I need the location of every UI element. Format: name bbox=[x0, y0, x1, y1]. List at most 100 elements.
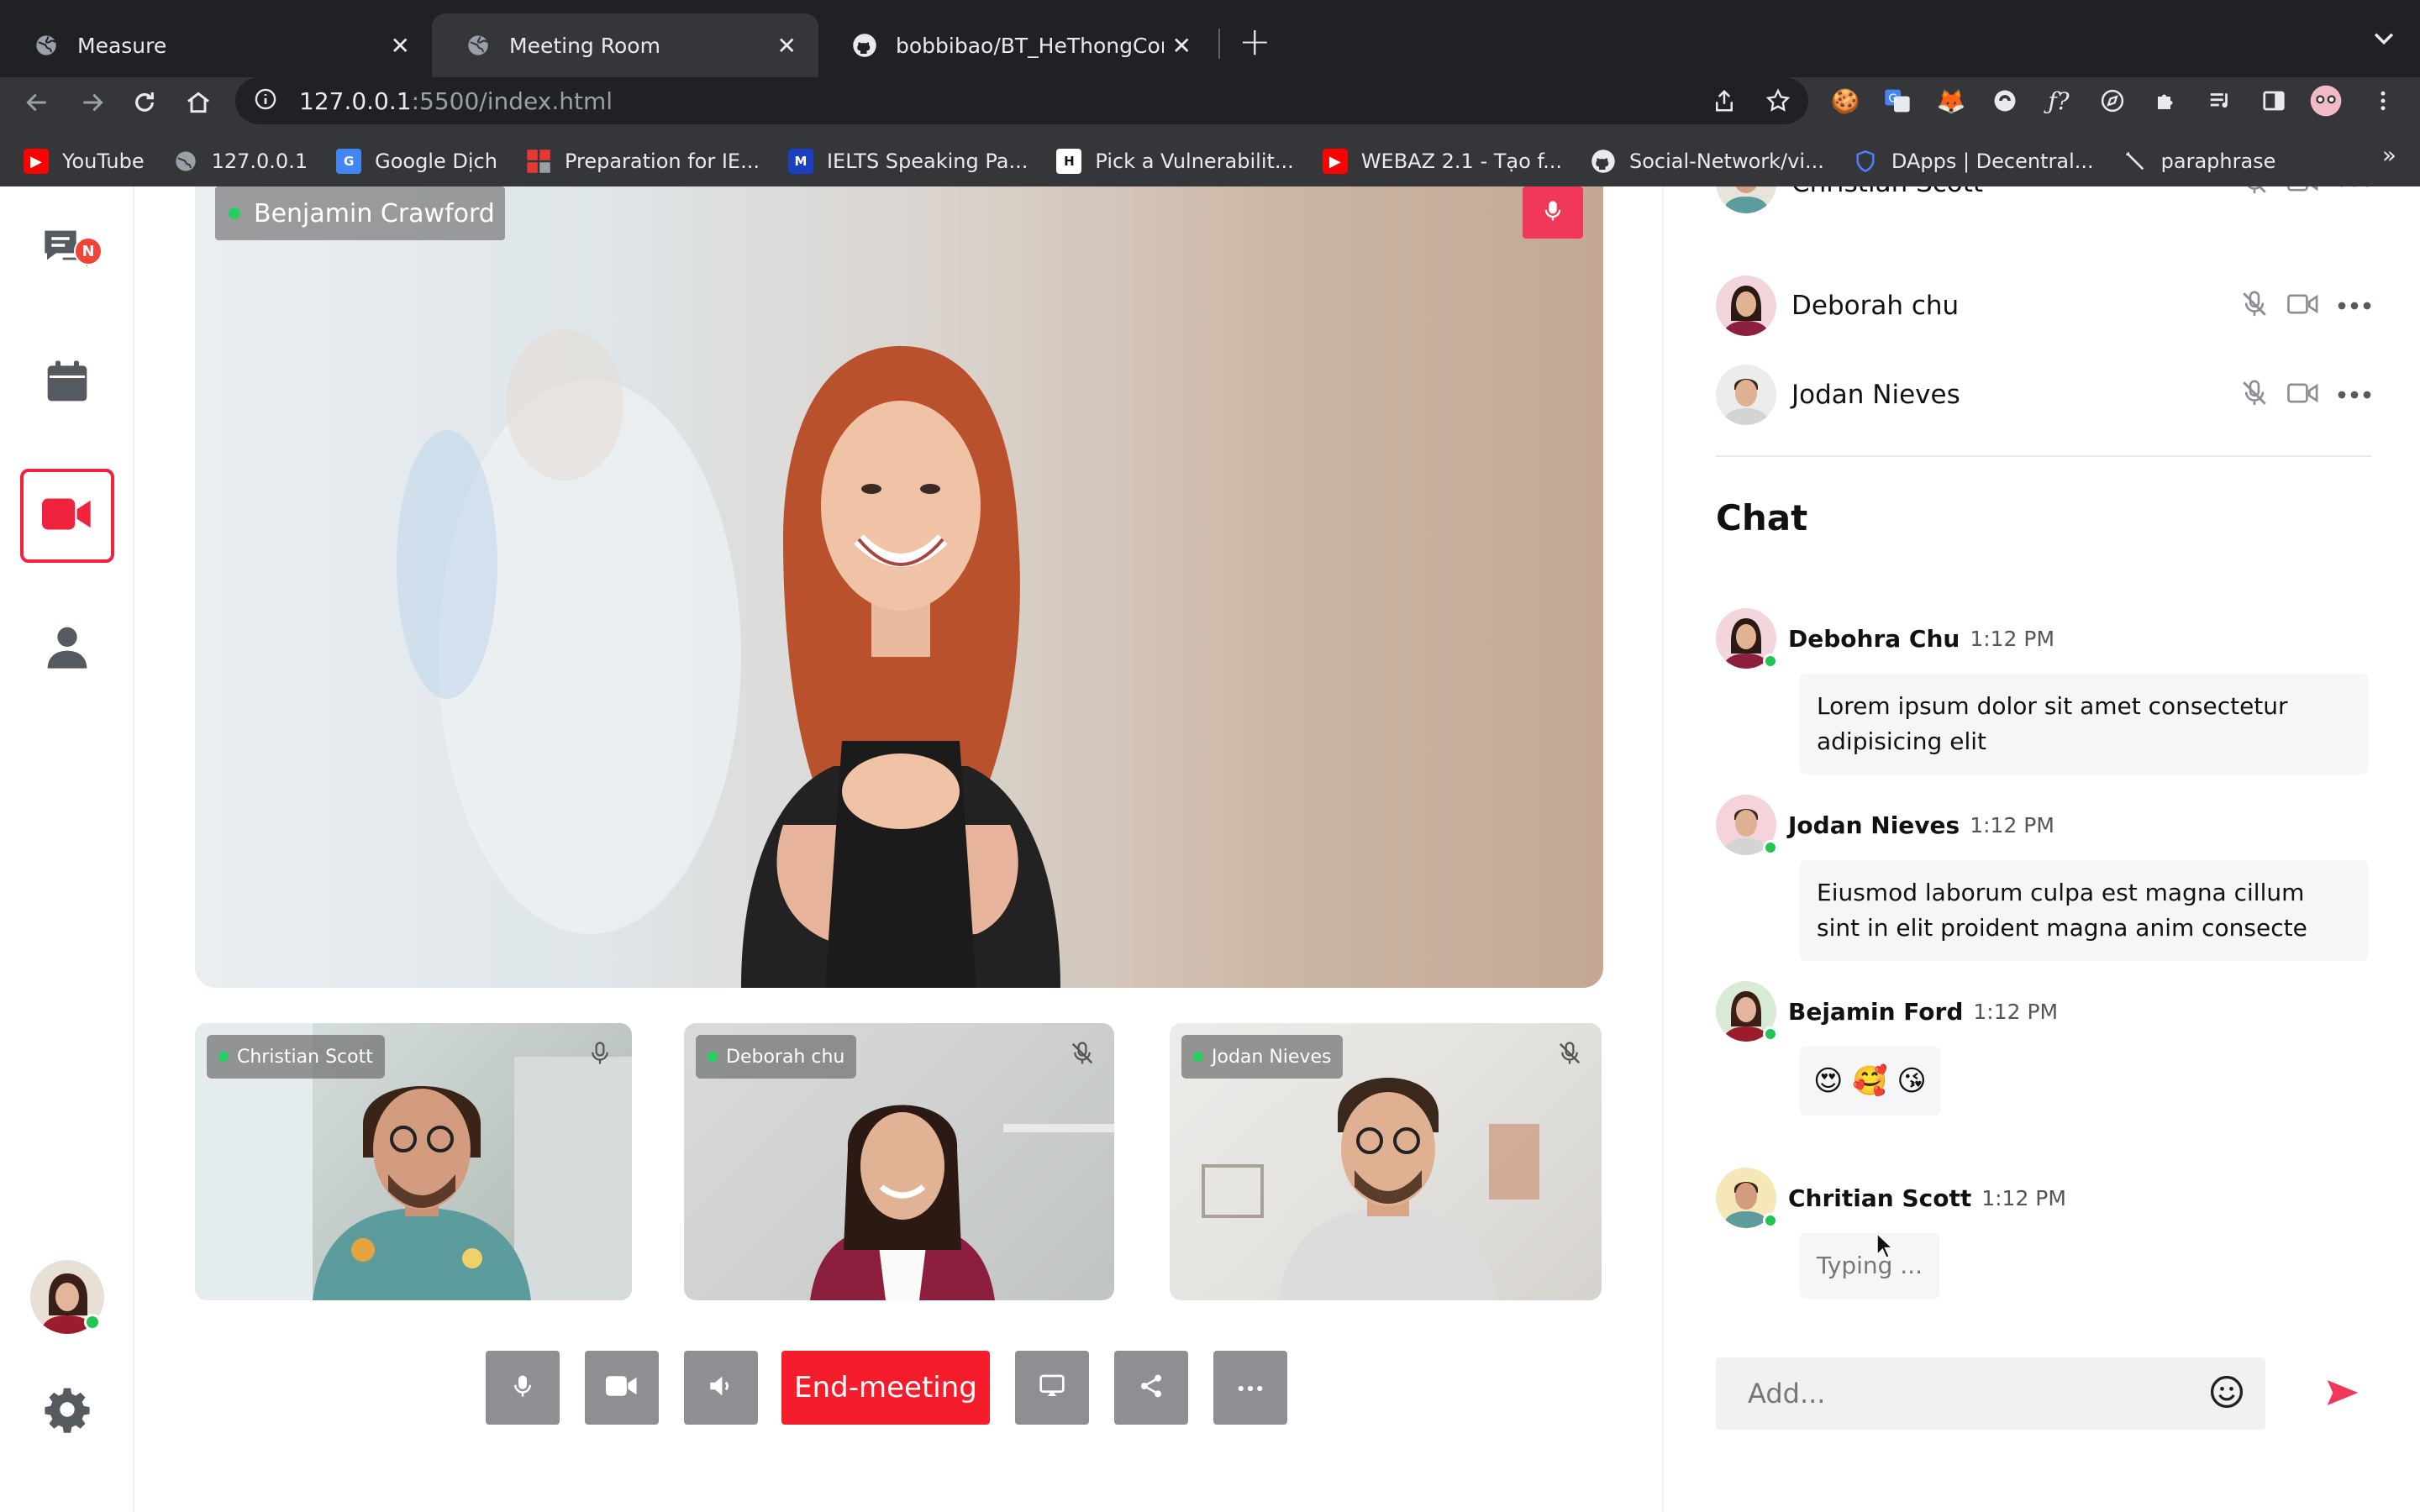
nav-calendar[interactable] bbox=[20, 336, 114, 430]
mic-muted-icon[interactable] bbox=[1553, 1037, 1586, 1070]
bookmark-webaz[interactable]: ▶ WEBAZ 2.1 - Tạo f... bbox=[1322, 149, 1562, 174]
tab-title: Meeting Room bbox=[509, 33, 660, 58]
more-icon[interactable] bbox=[2338, 186, 2371, 192]
chat-message-input[interactable] bbox=[1748, 1378, 2208, 1410]
mic-muted-icon[interactable] bbox=[1065, 1037, 1099, 1070]
browser-tab-meeting-room[interactable]: Meeting Room ✕ bbox=[432, 13, 818, 77]
github-icon bbox=[852, 33, 877, 58]
mic-muted-icon[interactable] bbox=[2240, 290, 2269, 322]
online-status-dot bbox=[1763, 1026, 1778, 1042]
message-time: 1:12 PM bbox=[1970, 812, 2054, 837]
bookmark-label: DApps | Decentral... bbox=[1891, 150, 2094, 173]
send-message-button[interactable] bbox=[2319, 1371, 2366, 1418]
new-tab-plus-icon[interactable]: + bbox=[1239, 18, 1271, 64]
participant-name: Jodan Nieves bbox=[1791, 380, 1960, 410]
video-icon[interactable] bbox=[2287, 381, 2319, 409]
media-queue-icon[interactable] bbox=[2203, 84, 2237, 118]
browser-tab-github[interactable]: bobbibao/BT_HeThongCongNg ✕ bbox=[818, 13, 1213, 77]
typing-indicator: Typing ... bbox=[1800, 1233, 1939, 1299]
globe-icon bbox=[34, 33, 59, 58]
url-text: 127.0.0.1:5500/index.html bbox=[299, 87, 613, 115]
mic-muted-icon[interactable] bbox=[2240, 186, 2269, 199]
google-translate-icon: G bbox=[336, 149, 362, 174]
message-time: 1:12 PM bbox=[1973, 999, 2059, 1024]
screen-cast-button[interactable] bbox=[1015, 1351, 1089, 1425]
nav-settings[interactable] bbox=[20, 1364, 114, 1458]
chat-message-header: Jodan Nieves 1:12 PM bbox=[1716, 793, 2054, 857]
participant-name: Christian Scott bbox=[237, 1046, 373, 1068]
info-icon[interactable] bbox=[254, 87, 277, 114]
participant-tile[interactable]: Jodan Nieves bbox=[1170, 1023, 1602, 1300]
mic-icon[interactable] bbox=[583, 1037, 617, 1070]
bookmark-ielts-preparation[interactable]: Preparation for IE... bbox=[526, 149, 760, 174]
speaker-mic-active-button[interactable] bbox=[1523, 186, 1583, 239]
home-icon[interactable] bbox=[182, 86, 215, 119]
reload-icon[interactable] bbox=[128, 86, 161, 119]
camera-icon bbox=[606, 1374, 638, 1401]
bookmark-star-icon[interactable] bbox=[1763, 86, 1793, 116]
bookmarks-overflow-chevron-icon[interactable]: » bbox=[2382, 141, 2396, 169]
mic-muted-icon[interactable] bbox=[2240, 379, 2269, 411]
more-icon bbox=[1238, 1380, 1263, 1396]
tab-title: bobbibao/BT_HeThongCongNg bbox=[896, 33, 1164, 58]
tab-search-chevron-icon[interactable] bbox=[2370, 24, 2398, 55]
bookmark-google-dich[interactable]: G Google Dịch bbox=[336, 149, 497, 174]
bookmark-label: paraphrase bbox=[2160, 150, 2276, 173]
participant-name: Deborah chu bbox=[1791, 291, 1960, 321]
tab-close-icon[interactable]: ✕ bbox=[391, 32, 410, 60]
chat-message-bubble: Eiusmod laborum culpa est magna cillum s… bbox=[1800, 860, 2368, 961]
tab-close-icon[interactable]: ✕ bbox=[1172, 32, 1192, 60]
globe-icon bbox=[173, 149, 198, 174]
browser-tab-measure[interactable]: Measure ✕ bbox=[0, 13, 432, 77]
video-icon[interactable] bbox=[2287, 291, 2319, 320]
toggle-speaker-button[interactable] bbox=[684, 1351, 758, 1425]
participant-tile[interactable]: Deborah chu bbox=[684, 1023, 1114, 1300]
puzzle-extensions-icon[interactable] bbox=[2149, 84, 2183, 118]
share-button[interactable] bbox=[1114, 1351, 1188, 1425]
more-icon[interactable] bbox=[2338, 387, 2371, 403]
nav-profile[interactable] bbox=[20, 601, 114, 696]
nav-video-meeting[interactable] bbox=[20, 469, 114, 563]
svg-text:G: G bbox=[1888, 92, 1897, 105]
cookie-extension-icon[interactable]: 🍪 bbox=[1828, 84, 1862, 118]
mic-icon bbox=[1541, 197, 1565, 228]
back-arrow-icon[interactable] bbox=[20, 86, 54, 119]
bookmark-youtube[interactable]: ▶ YouTube bbox=[24, 149, 145, 174]
bookmark-paraphrase[interactable]: paraphrase bbox=[2123, 149, 2276, 174]
mic-icon bbox=[510, 1372, 535, 1404]
more-options-button[interactable] bbox=[1213, 1351, 1287, 1425]
more-icon[interactable] bbox=[2338, 298, 2371, 314]
nav-messages[interactable]: N bbox=[20, 203, 114, 297]
tab-close-icon[interactable]: ✕ bbox=[777, 32, 797, 60]
video-icon[interactable] bbox=[2287, 186, 2319, 197]
address-bar[interactable]: 127.0.0.1:5500/index.html bbox=[235, 77, 1808, 124]
participant-tile[interactable]: Christian Scott bbox=[195, 1023, 632, 1300]
bookmark-social-network[interactable]: Social-Network/vi... bbox=[1591, 149, 1824, 174]
browser-tab-strip: Measure ✕ Meeting Room ✕ bobbibao/BT_HeT… bbox=[0, 0, 2420, 77]
share-page-icon[interactable] bbox=[1709, 86, 1739, 116]
participant-row: Jodan Nieves bbox=[1716, 363, 2371, 427]
shield-icon bbox=[1853, 149, 1878, 174]
bookmark-pick-vulnerability[interactable]: H Pick a Vulnerabilit... bbox=[1056, 149, 1294, 174]
tab-title: Measure bbox=[77, 33, 167, 58]
google-translate-icon[interactable]: G bbox=[1881, 84, 1914, 118]
metamask-fox-icon[interactable]: 🦊 bbox=[1934, 84, 1968, 118]
forward-arrow-icon[interactable] bbox=[76, 86, 109, 119]
profile-avatar-icon[interactable] bbox=[2309, 84, 2343, 118]
message-author: Chritian Scott bbox=[1788, 1184, 1972, 1212]
extension-circle-icon[interactable] bbox=[1988, 84, 2022, 118]
compass-extension-icon[interactable] bbox=[2096, 84, 2129, 118]
toggle-mic-button[interactable] bbox=[486, 1351, 560, 1425]
bookmark-dapps[interactable]: DApps | Decentral... bbox=[1853, 149, 2094, 174]
bookmark-ielts-speaking[interactable]: M IELTS Speaking Pa... bbox=[787, 149, 1028, 174]
toggle-camera-button[interactable] bbox=[585, 1351, 659, 1425]
formula-extension-icon[interactable]: ƒ? bbox=[2042, 84, 2075, 118]
online-status-dot bbox=[1763, 654, 1778, 669]
hackerone-icon: H bbox=[1056, 149, 1082, 174]
main-video-feed: Benjamin Crawford bbox=[195, 186, 1603, 988]
end-meeting-button[interactable]: End-meeting bbox=[781, 1351, 990, 1425]
browser-menu-kebab-icon[interactable] bbox=[2366, 84, 2400, 118]
emoji-icon[interactable] bbox=[2208, 1373, 2245, 1414]
bookmark-localhost[interactable]: 127.0.0.1 bbox=[173, 149, 308, 174]
side-panel-icon[interactable] bbox=[2257, 84, 2291, 118]
